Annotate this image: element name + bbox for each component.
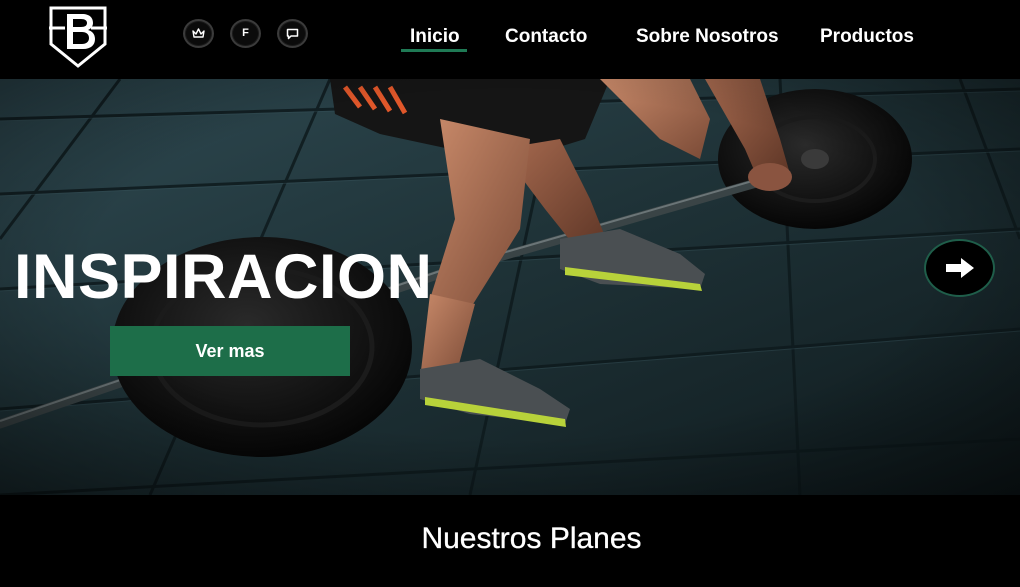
nav-item-sobre-nosotros[interactable]: Sobre Nosotros: [636, 26, 779, 48]
site-header: F Inicio Contacto Sobre Nosotros Product…: [0, 0, 1020, 79]
plans-section: Nuestros Planes: [0, 495, 1020, 587]
carousel-next-button[interactable]: [924, 239, 995, 297]
nav-active-indicator: [401, 49, 467, 52]
plans-title: Nuestros Planes: [421, 522, 642, 555]
main-nav: Inicio Contacto Sobre Nosotros Productos: [0, 26, 1020, 56]
nav-item-inicio[interactable]: Inicio: [410, 26, 460, 48]
hero-title: INSPIRACION: [14, 242, 433, 312]
page: F Inicio Contacto Sobre Nosotros Product…: [0, 0, 1020, 587]
nav-item-productos[interactable]: Productos: [820, 26, 914, 48]
nav-item-contacto[interactable]: Contacto: [505, 26, 587, 48]
hero-banner: INSPIRACION Ver mas: [0, 79, 1020, 495]
arrow-right-icon: [945, 258, 974, 278]
ver-mas-button[interactable]: Ver mas: [110, 326, 350, 376]
